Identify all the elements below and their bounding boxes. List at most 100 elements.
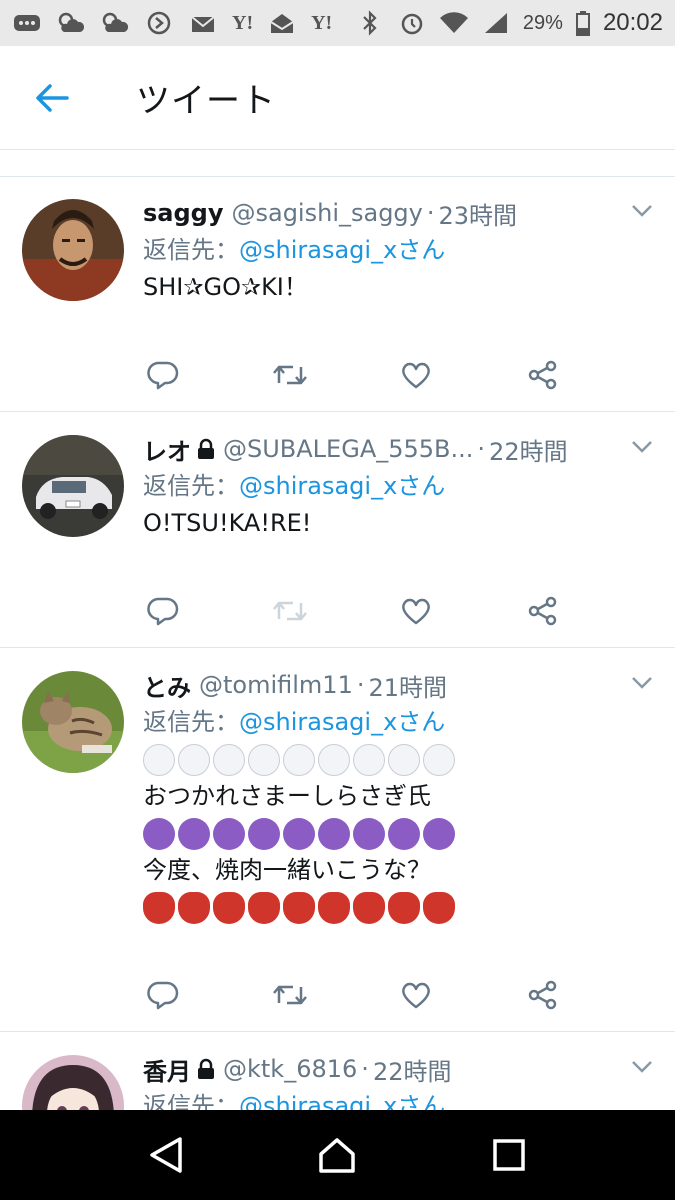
nav-back-button[interactable] — [136, 1125, 196, 1185]
timestamp[interactable]: 22時間 — [489, 432, 568, 467]
reply-mention-link[interactable]: @shirasagi_xさん — [239, 708, 445, 736]
devil-emoji-icon — [178, 817, 210, 850]
chevron-down-icon[interactable] — [631, 1059, 653, 1078]
reply-icon[interactable] — [143, 591, 183, 631]
chevron-down-icon[interactable] — [631, 439, 653, 458]
share-icon[interactable] — [523, 975, 563, 1015]
back-button[interactable] — [0, 46, 104, 150]
tweet-text: O!TSU!KA!RE! — [143, 509, 312, 537]
ghost-emoji-icon — [283, 743, 315, 776]
tweet[interactable]: とみ @tomifilm11 · 21時間 返信先：@shirasagi_xさん… — [0, 649, 675, 1032]
reply-mention-link[interactable]: @shirasagi_xさん — [239, 236, 445, 264]
ogre-emoji-icon — [178, 891, 210, 924]
triangle-back-icon — [150, 1137, 182, 1173]
signal-icon — [481, 10, 511, 36]
wifi-icon — [439, 10, 469, 36]
page-title: ツイート — [136, 81, 276, 121]
lock-icon — [197, 438, 215, 460]
ghost-emoji-icon — [178, 743, 210, 776]
tweet-actions — [143, 975, 563, 1015]
chevron-down-icon[interactable] — [631, 203, 653, 222]
retweet-icon[interactable] — [270, 975, 310, 1015]
avatar[interactable] — [22, 1055, 124, 1110]
tweet-actions — [143, 591, 563, 631]
avatar[interactable] — [22, 435, 124, 537]
battery-percent: 29% — [522, 11, 563, 34]
devil-emoji-icon — [143, 817, 175, 850]
reply-icon[interactable] — [143, 975, 183, 1015]
tweet[interactable]: saggy @sagishi_saggy · 23時間 返信先：@shirasa… — [0, 177, 675, 412]
nav-home-button[interactable] — [307, 1125, 367, 1185]
timestamp[interactable]: 22時間 — [373, 1052, 452, 1087]
like-heart-icon[interactable] — [396, 591, 436, 631]
weather-icon — [56, 10, 86, 36]
lock-icon — [197, 1058, 215, 1080]
ghost-emoji-icon — [388, 743, 420, 776]
reply-mention-link[interactable]: @shirasagi_xさん — [239, 1092, 445, 1110]
clock: 20:02 — [602, 9, 663, 36]
back-arrow-icon — [36, 83, 69, 112]
devil-emoji-row — [143, 815, 655, 852]
bluetooth-icon — [355, 10, 385, 36]
author-name[interactable]: とみ — [143, 668, 191, 703]
like-heart-icon[interactable] — [396, 355, 436, 395]
ghost-emoji-icon — [353, 743, 385, 776]
app-icon — [144, 10, 174, 36]
yahoo-icon: Y! — [232, 11, 254, 34]
tweet[interactable]: 香月 @ktk_6816 · 22時間 返信先：@shirasagi_xさん — [0, 1033, 675, 1110]
share-icon[interactable] — [523, 355, 563, 395]
weather-icon — [100, 10, 130, 36]
avatar[interactable] — [22, 199, 124, 301]
oni-emoji-row — [143, 889, 655, 926]
reply-icon[interactable] — [143, 355, 183, 395]
reply-mention-link[interactable]: @shirasagi_xさん — [239, 472, 445, 500]
author-handle[interactable]: @SUBALEGA_555B... — [223, 435, 473, 463]
app-header: ツイート — [0, 46, 675, 150]
author-name[interactable]: レオ — [143, 432, 191, 467]
ghost-emoji-row — [143, 741, 655, 778]
battery-icon — [575, 10, 591, 36]
timestamp[interactable]: 21時間 — [368, 668, 447, 703]
author-handle[interactable]: @sagishi_saggy — [231, 199, 422, 227]
ogre-emoji-icon — [283, 891, 315, 924]
retweet-icon[interactable] — [270, 355, 310, 395]
chevron-down-icon[interactable] — [631, 675, 653, 694]
reply-context: 返信先：@shirasagi_xさん — [143, 472, 446, 500]
tweet-text-line: おつかれさまーしらさぎ氏 — [143, 782, 431, 810]
author-name[interactable]: 香月 — [143, 1052, 191, 1087]
home-icon — [319, 1138, 356, 1173]
timestamp[interactable]: 23時間 — [439, 196, 518, 231]
tweet[interactable]: レオ @SUBALEGA_555B... · 22時間 返信先：@shirasa… — [0, 413, 675, 648]
author-handle[interactable]: @ktk_6816 — [223, 1055, 357, 1083]
devil-emoji-icon — [213, 817, 245, 850]
ogre-emoji-icon — [353, 891, 385, 924]
ogre-emoji-icon — [388, 891, 420, 924]
devil-emoji-icon — [423, 817, 455, 850]
devil-emoji-icon — [353, 817, 385, 850]
ghost-emoji-icon — [318, 743, 350, 776]
ghost-emoji-icon — [213, 743, 245, 776]
like-heart-icon[interactable] — [396, 975, 436, 1015]
share-icon[interactable] — [523, 591, 563, 631]
retweet-icon — [270, 591, 310, 631]
reply-context: 返信先：@shirasagi_xさん — [143, 708, 446, 736]
alarm-icon — [397, 10, 427, 36]
ghost-emoji-icon — [248, 743, 280, 776]
avatar[interactable] — [22, 671, 124, 773]
tweet-text: SHI✰GO✰KI！ — [143, 273, 308, 301]
devil-emoji-icon — [248, 817, 280, 850]
tweet-actions — [143, 355, 563, 395]
nav-recents-button[interactable] — [479, 1125, 539, 1185]
mail-icon — [188, 10, 218, 36]
author-handle[interactable]: @tomifilm11 — [199, 671, 353, 699]
reply-context: 返信先：@shirasagi_xさん — [143, 1087, 655, 1110]
ogre-emoji-icon — [318, 891, 350, 924]
ogre-emoji-icon — [423, 891, 455, 924]
author-name[interactable]: saggy — [143, 199, 223, 227]
square-recents-icon — [493, 1139, 525, 1171]
mail-icon — [267, 10, 297, 36]
reply-context: 返信先：@shirasagi_xさん — [143, 236, 446, 264]
ogre-emoji-icon — [213, 891, 245, 924]
ghost-emoji-icon — [143, 743, 175, 776]
tweet-text: おつかれさまーしらさぎ氏 今度、焼肉一緒いこうな？ — [143, 741, 655, 926]
